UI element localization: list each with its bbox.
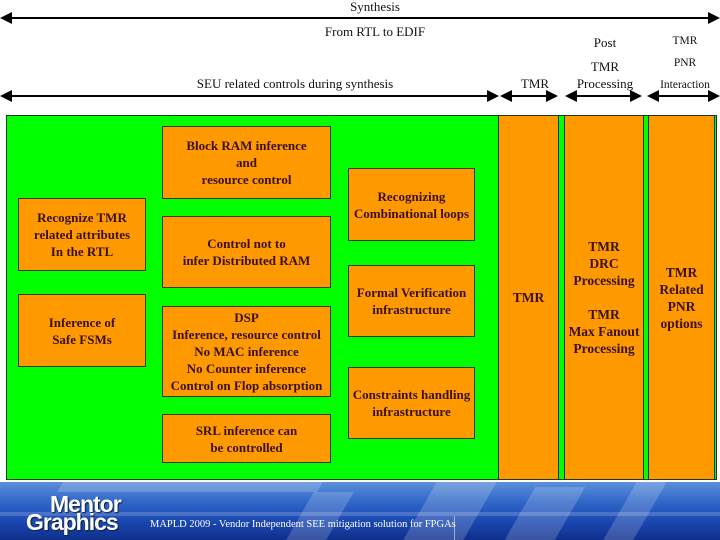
synthesis-label: Synthesis [350, 0, 400, 14]
post-tmr-label: TMR [590, 59, 620, 74]
distributed-ram-box: Control not to infer Distributed RAM [162, 216, 331, 288]
footer-divider [454, 516, 455, 540]
safe-fsms-box: Inference of Safe FSMs [18, 294, 146, 367]
dsp-box: DSP Inference, resource control No MAC i… [162, 306, 331, 397]
post-processing-label: Processing [576, 76, 634, 91]
recognize-tmr-box: Recognize TMR related attributes In the … [18, 198, 146, 271]
pnr-column: TMR Related PNR options [648, 115, 715, 480]
seu-label: SEU related controls during synthesis [196, 76, 394, 91]
constraints-box: Constraints handling infrastructure [348, 367, 475, 439]
tmr-label: TMR [520, 76, 550, 91]
srl-box: SRL inference can be controlled [162, 414, 331, 463]
post-tmr-column: TMR DRC Processing TMR Max Fanout Proces… [564, 115, 644, 480]
tmr-column: TMR [498, 115, 559, 480]
footer-caption: MAPLD 2009 - Vendor Independent SEE miti… [150, 519, 456, 530]
logo-line2: Graphics [26, 509, 119, 535]
pnr-label: PNR [673, 57, 697, 69]
interaction-label: Interaction [660, 79, 710, 91]
block-ram-box: Block RAM inference and resource control [162, 126, 331, 199]
scope-arrows [0, 12, 720, 102]
from-rtl-label: From RTL to EDIF [324, 24, 426, 39]
pnr-tmr-label: TMR [672, 35, 698, 47]
post-label: Post [593, 35, 617, 50]
combinational-loops-box: Recognizing Combinational loops [348, 168, 475, 241]
formal-verification-box: Formal Verification infrastructure [348, 265, 475, 337]
